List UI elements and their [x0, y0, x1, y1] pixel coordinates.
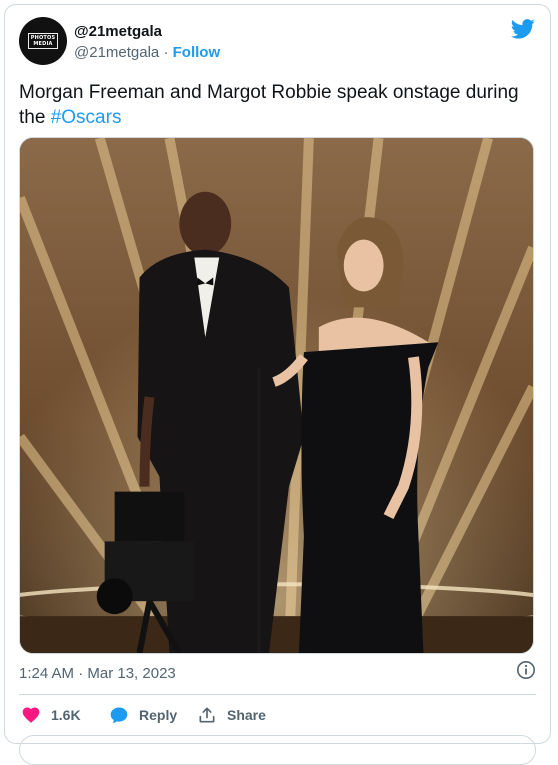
user-handle[interactable]: @21metgala [74, 44, 159, 61]
share-label: Share [227, 707, 266, 723]
handle-row: @21metgala · Follow [74, 44, 220, 61]
like-button[interactable]: 1.6K [21, 702, 81, 728]
handle-separator: · [159, 44, 173, 61]
avatar-logo: PHOTOS MEDIA [28, 33, 58, 49]
share-icon [199, 707, 215, 723]
info-icon[interactable] [516, 660, 536, 680]
read-replies-button[interactable] [19, 735, 536, 765]
avatar[interactable]: PHOTOS MEDIA [19, 17, 67, 65]
follow-link[interactable]: Follow [173, 44, 221, 61]
reply-button[interactable]: Reply [109, 702, 177, 728]
share-button[interactable]: Share [197, 702, 266, 728]
tweet-timestamp[interactable]: 1:24 AM · Mar 13, 2023 [19, 665, 176, 682]
tweet-card: PHOTOS MEDIA @21metgala @21metgala · Fol… [4, 4, 551, 765]
photo-illustration [20, 138, 533, 653]
twitter-bird-icon[interactable] [511, 19, 535, 39]
display-name[interactable]: @21metgala [74, 23, 162, 40]
tweet-text: Morgan Freeman and Margot Robbie speak o… [19, 80, 529, 130]
tweet-photo[interactable] [19, 137, 534, 654]
heart-icon [22, 707, 40, 723]
reply-bubble-icon [110, 707, 128, 724]
hashtag-link[interactable]: #Oscars [51, 107, 122, 128]
reply-label: Reply [139, 707, 178, 723]
like-count: 1.6K [51, 707, 81, 723]
divider [19, 694, 536, 695]
